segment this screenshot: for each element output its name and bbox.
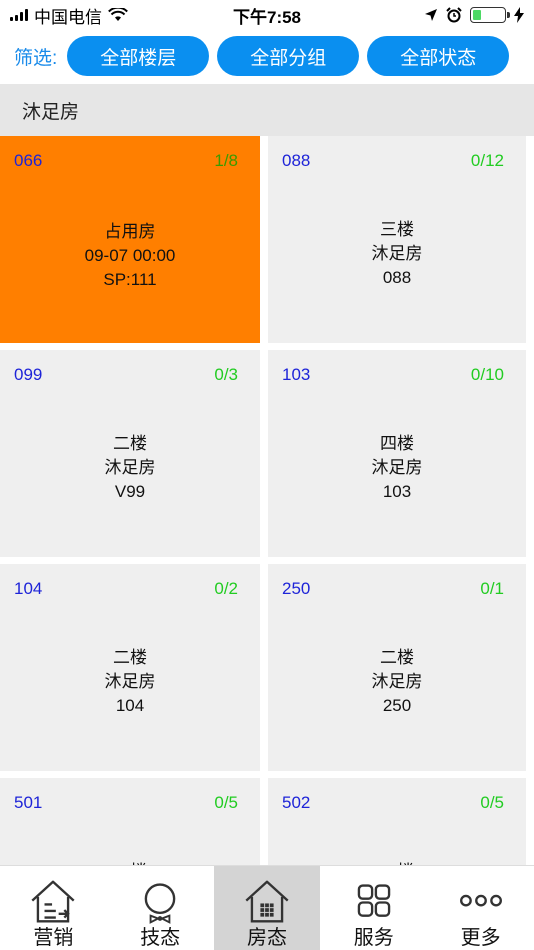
carrier-label: 中国电信 (34, 7, 102, 27)
alarm-clock-icon (446, 7, 462, 23)
room-card-501[interactable]: 501 0/5 二楼 (0, 778, 260, 866)
room-code: 066 (14, 151, 43, 170)
room-count: 0/5 (214, 793, 238, 812)
room-code: 501 (14, 793, 43, 812)
wifi-icon (108, 8, 128, 21)
room-line-3: SP:111 (103, 270, 157, 289)
tab-marketing[interactable]: 营销 (0, 866, 107, 950)
tab-label: 房态 (246, 927, 287, 949)
room-count: 0/5 (480, 793, 504, 812)
room-line-3: 088 (382, 268, 412, 287)
status-left: 中国电信 (10, 3, 128, 28)
room-details: 四楼 沐足房 103 (268, 432, 526, 504)
room-card-066[interactable]: 066 1/8 占用房 09-07 00:00 SP:111 (0, 136, 260, 343)
room-line-2: 09-07 00:00 (84, 246, 176, 265)
room-code: 250 (282, 579, 311, 598)
room-line-3: 104 (115, 696, 145, 715)
tab-label: 营销 (33, 927, 74, 949)
status-bar: 中国电信 下午7:58 (0, 0, 534, 30)
tab-room-status[interactable]: 房态 (213, 866, 321, 950)
room-count: 0/12 (470, 151, 504, 170)
person-bowtie-icon (144, 883, 176, 924)
location-arrow-icon (425, 9, 437, 21)
room-line-1: 占用房 (104, 222, 156, 241)
house-grid-icon (245, 880, 289, 923)
filter-status-button[interactable]: 全部状态 (367, 36, 510, 76)
room-line-2: 沐足房 (371, 672, 423, 691)
room-line-1: 二楼 (113, 434, 147, 453)
battery-icon (470, 7, 510, 23)
room-details: 二楼 沐足房 104 (0, 646, 260, 718)
room-count: 0/3 (214, 365, 238, 384)
room-details: 二楼 沐足房 250 (268, 646, 526, 718)
room-count: 1/8 (214, 151, 238, 170)
room-code: 104 (14, 579, 43, 598)
room-line-2: 沐足房 (371, 244, 423, 263)
section-header: 沐足房 (0, 84, 534, 136)
room-line-1: 二楼 (380, 648, 414, 667)
tab-service[interactable]: 服务 (320, 866, 427, 950)
room-line-3: V99 (114, 482, 146, 501)
room-line-1: 四楼 (380, 434, 414, 453)
tab-label: 更多 (460, 927, 501, 949)
room-line-3: 103 (382, 482, 412, 501)
room-count: 0/10 (470, 365, 504, 384)
tab-label: 技态 (140, 927, 181, 949)
more-dots-icon (459, 894, 502, 907)
house-list-icon (31, 880, 75, 923)
room-card-250[interactable]: 250 0/1 二楼 沐足房 250 (268, 564, 526, 771)
filter-label: 筛选: (14, 47, 58, 69)
signal-icon (10, 9, 28, 21)
room-card-104[interactable]: 104 0/2 二楼 沐足房 104 (0, 564, 260, 771)
charging-bolt-icon (514, 7, 524, 23)
room-line-3: 250 (382, 696, 412, 715)
filter-group-button[interactable]: 全部分组 (217, 36, 360, 76)
status-right (424, 7, 524, 23)
room-details: 三楼 沐足房 088 (268, 218, 526, 290)
room-code: 099 (14, 365, 43, 384)
room-line-2: 沐足房 (104, 458, 156, 477)
room-details: 占用房 09-07 00:00 SP:111 (0, 220, 260, 292)
tab-bar: 营销 技态 房态 服务 更多 (0, 865, 534, 950)
room-line-2: 沐足房 (104, 672, 156, 691)
room-card-103[interactable]: 103 0/10 四楼 沐足房 103 (268, 350, 526, 557)
tab-label: 服务 (353, 927, 394, 949)
room-details: 二楼 沐足房 V99 (0, 432, 260, 504)
room-card-088[interactable]: 088 0/12 三楼 沐足房 088 (268, 136, 526, 343)
service-grid-icon (357, 884, 391, 917)
filter-bar: 筛选: 全部楼层 全部分组 全部状态 (0, 30, 534, 82)
room-card-502[interactable]: 502 0/5 二楼 (268, 778, 526, 866)
tab-more[interactable]: 更多 (427, 866, 534, 950)
room-code: 088 (282, 151, 311, 170)
room-line-1: 三楼 (380, 220, 414, 239)
room-count: 0/1 (480, 579, 504, 598)
filter-floor-button[interactable]: 全部楼层 (67, 36, 210, 76)
room-line-1: 二楼 (113, 648, 147, 667)
room-count: 0/2 (214, 579, 238, 598)
tab-technician[interactable]: 技态 (107, 866, 214, 950)
room-card-099[interactable]: 099 0/3 二楼 沐足房 V99 (0, 350, 260, 557)
room-code: 502 (282, 793, 311, 812)
room-code: 103 (282, 365, 311, 384)
room-grid: 066 1/8 占用房 09-07 00:00 SP:111 088 0/12 … (0, 136, 534, 866)
room-line-2: 沐足房 (371, 458, 423, 477)
